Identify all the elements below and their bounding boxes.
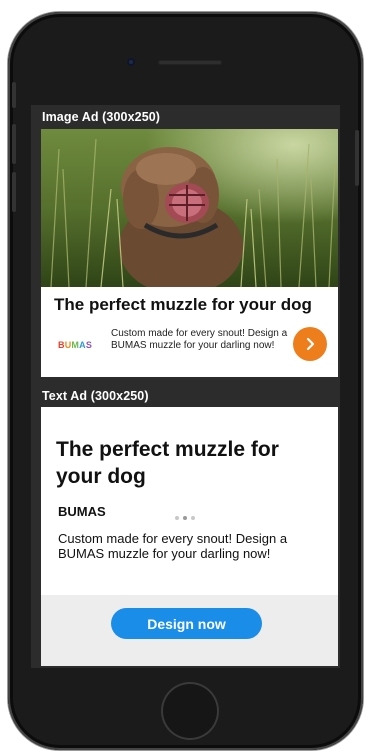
image-ad[interactable]: The perfect muzzle for your dog BUMAS Cu… [41,129,338,377]
mute-switch [12,82,16,108]
pager-dot[interactable] [191,516,195,520]
bumas-logo: BUMAS [58,340,93,350]
volume-down-button [12,172,16,212]
chevron-right-icon [306,337,315,351]
image-ad-next-button[interactable] [293,327,327,361]
text-ad[interactable]: The perfect muzzle for your dog BUMAS Cu… [41,407,338,666]
phone-screen: Image Ad (300x250) The perfect muzzle fo… [31,105,340,668]
image-ad-label: Image Ad (300x250) [42,110,161,124]
earpiece-speaker [158,60,222,65]
image-ad-body: Custom made for every snout! Design a BU… [111,328,288,351]
design-now-button[interactable]: Design now [111,608,262,639]
home-button [161,682,219,740]
dog-with-muzzle-photo [41,129,338,287]
text-ad-body: Custom made for every snout! Design a BU… [58,531,288,561]
volume-up-button [12,124,16,164]
power-button [355,130,359,186]
pager-dot-active[interactable] [183,516,187,520]
front-camera-icon [127,58,135,66]
image-ad-headline: The perfect muzzle for your dog [54,295,312,314]
pager-dot[interactable] [175,516,179,520]
text-ad-headline: The perfect muzzle for your dog [56,438,279,488]
text-ad-brand: BUMAS [58,504,106,519]
text-ad-label: Text Ad (300x250) [42,389,149,403]
pager-dots[interactable] [175,516,195,520]
